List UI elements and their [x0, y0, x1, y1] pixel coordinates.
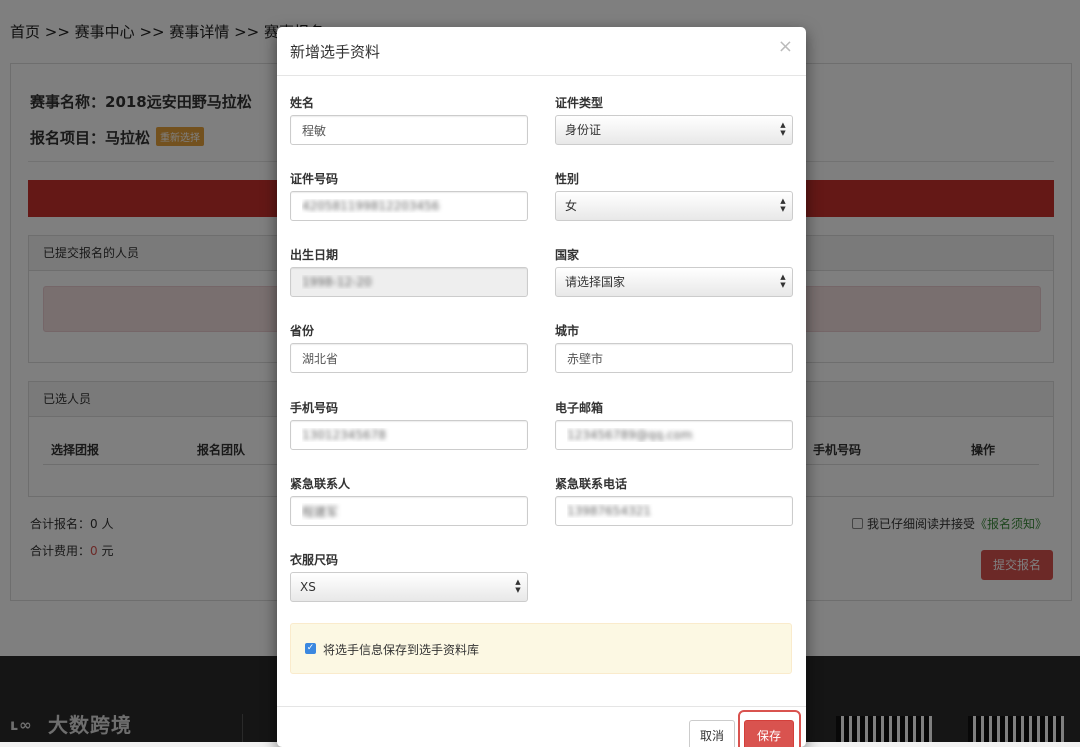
select-arrows-icon: ▲ ▼	[515, 578, 521, 594]
country-value: 请选择国家	[565, 275, 626, 289]
emergency-phone-label: 紧急联系电话	[555, 477, 628, 491]
emergency-phone-group: 紧急联系电话	[555, 476, 793, 526]
gender-label: 性别	[555, 172, 580, 186]
phone-group: 手机号码	[290, 400, 528, 450]
id-number-label: 证件号码	[290, 172, 339, 186]
province-group: 省份	[290, 323, 528, 373]
name-label: 姓名	[290, 96, 315, 110]
size-label: 衣服尺码	[290, 553, 339, 567]
save-to-db-box: ✓ 将选手信息保存到选手资料库	[290, 623, 792, 674]
province-label: 省份	[290, 324, 315, 338]
email-group: 电子邮箱	[555, 400, 793, 450]
select-arrows-icon: ▲ ▼	[780, 197, 786, 213]
city-label: 城市	[555, 324, 580, 338]
id-type-group: 证件类型 身份证 ▲ ▼	[555, 95, 793, 145]
select-arrows-icon: ▲ ▼	[780, 273, 786, 289]
phone-label: 手机号码	[290, 401, 339, 415]
birth-date-label: 出生日期	[290, 248, 339, 262]
emergency-contact-label: 紧急联系人	[290, 477, 351, 491]
gender-value: 女	[565, 199, 578, 213]
add-player-modal: 新增选手资料 × 姓名 证件类型 身份证▲▼ 证件号码 性别 女▲▼ 出生日期 …	[277, 27, 806, 747]
country-select[interactable]: 请选择国家 ▲ ▼	[555, 267, 793, 297]
size-value: XS	[300, 580, 316, 594]
birth-date-input[interactable]	[290, 267, 528, 297]
province-input[interactable]	[290, 343, 528, 373]
select-arrows-icon: ▲ ▼	[780, 121, 786, 137]
id-type-select[interactable]: 身份证 ▲ ▼	[555, 115, 793, 145]
size-select[interactable]: XS ▲ ▼	[290, 572, 528, 602]
size-group: 衣服尺码 XS ▲ ▼	[290, 552, 528, 602]
emergency-phone-input[interactable]	[555, 496, 793, 526]
email-input[interactable]	[555, 420, 793, 450]
name-input[interactable]	[290, 115, 528, 145]
gender-select[interactable]: 女 ▲ ▼	[555, 191, 793, 221]
email-label: 电子邮箱	[555, 401, 604, 415]
save-to-db-checkbox[interactable]: ✓	[305, 643, 316, 654]
id-type-value: 身份证	[565, 123, 602, 137]
country-group: 国家 请选择国家 ▲ ▼	[555, 247, 793, 297]
id-number-group: 证件号码	[290, 171, 528, 221]
emergency-contact-group: 紧急联系人	[290, 476, 528, 526]
phone-input[interactable]	[290, 420, 528, 450]
modal-footer-divider	[277, 706, 806, 707]
save-to-db-label: 将选手信息保存到选手资料库	[323, 643, 480, 657]
birth-date-group: 出生日期	[290, 247, 528, 297]
modal-header: 新增选手资料 ×	[277, 27, 806, 76]
id-number-input[interactable]	[290, 191, 528, 221]
emergency-contact-input[interactable]	[290, 496, 528, 526]
name-group: 姓名	[290, 95, 528, 145]
city-input[interactable]	[555, 343, 793, 373]
country-label: 国家	[555, 248, 580, 262]
modal-title: 新增选手资料	[290, 43, 381, 61]
city-group: 城市	[555, 323, 793, 373]
close-icon[interactable]: ×	[778, 38, 793, 56]
gender-group: 性别 女 ▲ ▼	[555, 171, 793, 221]
id-type-label: 证件类型	[555, 96, 604, 110]
save-button[interactable]: 保存	[744, 720, 794, 747]
cancel-button[interactable]: 取消	[689, 720, 735, 747]
